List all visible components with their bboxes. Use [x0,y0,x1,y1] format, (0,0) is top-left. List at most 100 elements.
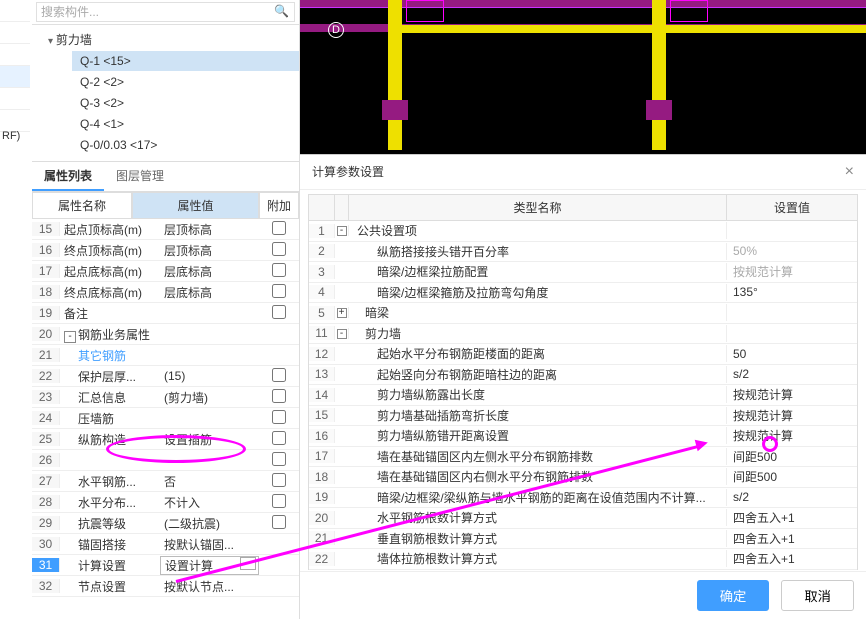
property-row[interactable]: 29抗震等级(二级抗震) [32,513,299,534]
param-row[interactable]: 14剪力墙纵筋露出长度按规范计算 [309,385,857,406]
tab-properties[interactable]: 属性列表 [32,162,104,191]
property-value[interactable]: 层顶标高 [160,221,259,238]
param-value[interactable]: s/2 [727,490,857,504]
drawing-canvas[interactable]: D [300,0,866,154]
property-row[interactable]: 17起点底标高(m)层底标高 [32,261,299,282]
calc-param-dialog: 计算参数设置 × 类型名称 设置值 1-公共设置项2纵筋搭接接头错开百分率50%… [300,154,866,619]
property-row[interactable]: 22保护层厚...(15) [32,366,299,387]
param-row[interactable]: 22墙体拉筋根数计算方式四舍五入+1 [309,549,857,570]
property-row[interactable]: 26 [32,450,299,471]
tree-item[interactable]: Q-1 <15> [72,51,299,71]
param-row[interactable]: 1-公共设置项 [309,221,857,242]
property-name: 水平分布... [60,494,160,511]
param-row[interactable]: 12起始水平分布钢筋距楼面的距离50 [309,344,857,365]
search-box: 🔍 [32,0,299,25]
property-value[interactable]: 否 [160,473,259,490]
property-row[interactable]: 30锚固搭接按默认锚固... [32,534,299,555]
param-value[interactable]: 50 [727,347,857,361]
extra-checkbox[interactable] [272,242,286,256]
extra-checkbox[interactable] [272,263,286,277]
ok-button[interactable]: 确定 [697,580,770,611]
param-value[interactable]: 按规范计算 [727,427,857,444]
param-value[interactable]: 按规范计算 [727,386,857,403]
property-value[interactable]: (剪力墙) [160,389,259,406]
property-value[interactable]: 按默认锚固... [160,536,259,553]
param-row[interactable]: 2纵筋搭接接头错开百分率50% [309,242,857,263]
property-row[interactable]: 19备注 [32,303,299,324]
extra-checkbox[interactable] [272,305,286,319]
param-value[interactable]: 间距500 [727,468,857,485]
ellipsis-button[interactable]: ⋯ [240,557,256,570]
param-table: 1-公共设置项2纵筋搭接接头错开百分率50%3暗梁/边框梁拉筋配置按规范计算4暗… [308,221,858,570]
extra-checkbox[interactable] [272,284,286,298]
tree-item[interactable]: Q-0/0.03 <17> [72,135,299,155]
property-value[interactable]: (15) [160,369,259,383]
extra-checkbox[interactable] [272,221,286,235]
param-value[interactable]: 间距500 [727,448,857,465]
property-value[interactable]: 按默认节点... [160,578,259,595]
extra-checkbox[interactable] [272,452,286,466]
param-value[interactable]: 135° [727,285,857,299]
axis-marker-D: D [328,22,344,38]
param-row[interactable]: 21垂直钢筋根数计算方式四舍五入+1 [309,529,857,550]
close-icon[interactable]: × [845,163,854,181]
property-value[interactable]: 层底标高 [160,263,259,280]
dialog-footer: 确定 取消 [300,571,866,619]
extra-checkbox[interactable] [272,494,286,508]
tree-root[interactable]: 剪力墙 [48,29,299,50]
param-row[interactable]: 15剪力墙基础插筋弯折长度按规范计算 [309,406,857,427]
property-name: 锚固搭接 [60,536,160,553]
tree-item[interactable]: Q-3 <2> [72,93,299,113]
property-row[interactable]: 23汇总信息(剪力墙) [32,387,299,408]
param-value[interactable]: 按规范计算 [727,407,857,424]
cancel-button[interactable]: 取消 [781,580,854,611]
property-value[interactable]: 层底标高 [160,284,259,301]
param-row[interactable]: 13起始竖向分布钢筋距暗柱边的距离s/2 [309,365,857,386]
extra-checkbox[interactable] [272,515,286,529]
param-row[interactable]: 18墙在基础锚固区内右侧水平分布钢筋排数间距500 [309,467,857,488]
property-row[interactable]: 31计算设置设置计算⋯ [32,555,299,576]
property-row[interactable]: 27水平钢筋...否 [32,471,299,492]
col-extra: 附加 [259,192,299,219]
extra-checkbox[interactable] [272,368,286,382]
extra-checkbox[interactable] [272,431,286,445]
property-value[interactable]: (二级抗震) [160,515,259,532]
property-value[interactable]: 设置插筋 [160,431,259,448]
property-name: -钢筋业务属性 [60,326,160,343]
property-row[interactable]: 28水平分布...不计入 [32,492,299,513]
param-value[interactable]: s/2 [727,367,857,381]
property-row[interactable]: 16终点顶标高(m)层顶标高 [32,240,299,261]
property-row[interactable]: 18终点底标高(m)层底标高 [32,282,299,303]
search-icon[interactable]: 🔍 [274,4,289,18]
param-value[interactable]: 四舍五入+1 [727,509,857,526]
param-value[interactable]: 四舍五入+1 [727,550,857,567]
param-row[interactable]: 5+暗梁 [309,303,857,324]
tree-item[interactable]: Q-4 <1> [72,114,299,134]
param-row[interactable]: 20水平钢筋根数计算方式四舍五入+1 [309,508,857,529]
param-value[interactable]: 按规范计算 [727,263,857,280]
property-row[interactable]: 15起点顶标高(m)层顶标高 [32,219,299,240]
tree-item[interactable]: Q-2 <2> [72,72,299,92]
property-value[interactable]: 不计入 [160,494,259,511]
param-row[interactable]: 4暗梁/边框梁箍筋及拉筋弯勾角度135° [309,283,857,304]
param-row[interactable]: 19暗梁/边框梁/梁纵筋与墙水平钢筋的距离在设值范围内不计算...s/2 [309,488,857,509]
extra-checkbox[interactable] [272,473,286,487]
param-value[interactable]: 四舍五入+1 [727,530,857,547]
property-row[interactable]: 20-钢筋业务属性 [32,324,299,345]
param-value[interactable]: 50% [727,244,857,258]
extra-checkbox[interactable] [272,410,286,424]
property-row[interactable]: 32节点设置按默认节点... [32,576,299,597]
property-name: 压墙筋 [60,410,160,427]
property-row[interactable]: 21其它钢筋 [32,345,299,366]
property-value[interactable]: 设置计算⋯ [160,556,259,575]
property-value[interactable]: 层顶标高 [160,242,259,259]
property-row[interactable]: 25纵筋构造设置插筋 [32,429,299,450]
param-row[interactable]: 16剪力墙纵筋错开距离设置按规范计算 [309,426,857,447]
param-row[interactable]: 17墙在基础锚固区内左侧水平分布钢筋排数间距500 [309,447,857,468]
property-row[interactable]: 24压墙筋 [32,408,299,429]
search-input[interactable] [36,2,295,22]
tab-layers[interactable]: 图层管理 [104,162,176,191]
param-row[interactable]: 3暗梁/边框梁拉筋配置按规范计算 [309,262,857,283]
extra-checkbox[interactable] [272,389,286,403]
param-row[interactable]: 11-剪力墙 [309,324,857,345]
